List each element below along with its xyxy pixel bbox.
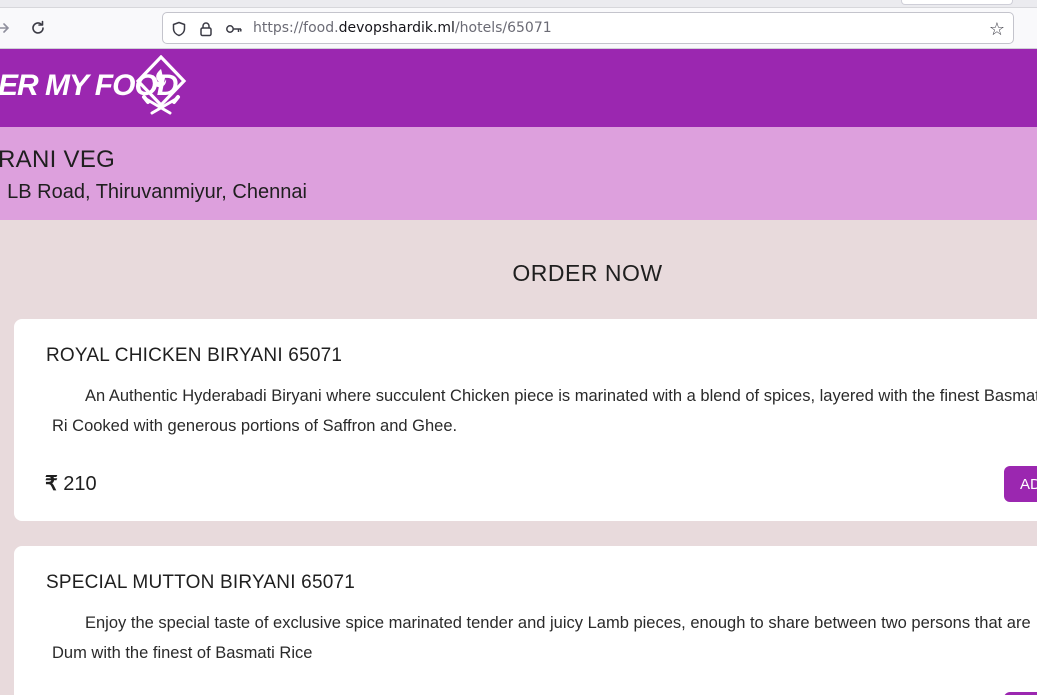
item-price: ₹ 210 [45,471,97,496]
hotel-address: , LB Road, Thiruvanmiyur, Chennai [0,181,307,203]
rupee-symbol: ₹ [45,473,58,495]
chef-knives-logo-icon[interactable] [134,55,188,117]
address-bar[interactable]: https://food.devopshardik.ml/hotels/6507… [162,12,1014,44]
reload-icon[interactable] [27,17,49,39]
site-header: ER MY FOOD [0,49,1037,127]
hotel-info: RANI VEG , LB Road, Thiruvanmiyur, Chenn… [0,127,1037,220]
browser-tab[interactable] [901,0,1013,5]
bookmark-star-icon[interactable]: ☆ [987,19,1007,40]
hotel-name: RANI VEG [0,146,116,173]
item-description: Enjoy the special taste of exclusive spi… [52,614,1031,662]
url-text[interactable]: https://food.devopshardik.ml/hotels/6507… [253,20,552,36]
menu-item-card: SPECIAL MUTTON BIRYANI 65071 Enjoy the s… [14,546,1037,695]
browser-toolbar: https://food.devopshardik.ml/hotels/6507… [0,0,1037,49]
menu-item-card: ROYAL CHICKEN BIRYANI 65071 An Authentic… [14,319,1037,521]
item-description: An Authentic Hyderabadi Biryani where su… [52,387,1037,435]
item-name: ROYAL CHICKEN BIRYANI 65071 [46,345,343,366]
key-icon[interactable] [225,20,243,38]
back-arrow-icon[interactable] [0,17,14,39]
item-name: SPECIAL MUTTON BIRYANI 65071 [46,572,356,593]
lock-icon[interactable] [197,20,215,38]
shield-icon[interactable] [170,20,188,38]
add-to-cart-button[interactable]: AD [1004,466,1037,502]
tab-strip [0,0,1037,8]
item-price-value: 210 [63,473,97,495]
order-now-heading: ORDER NOW [512,260,663,286]
